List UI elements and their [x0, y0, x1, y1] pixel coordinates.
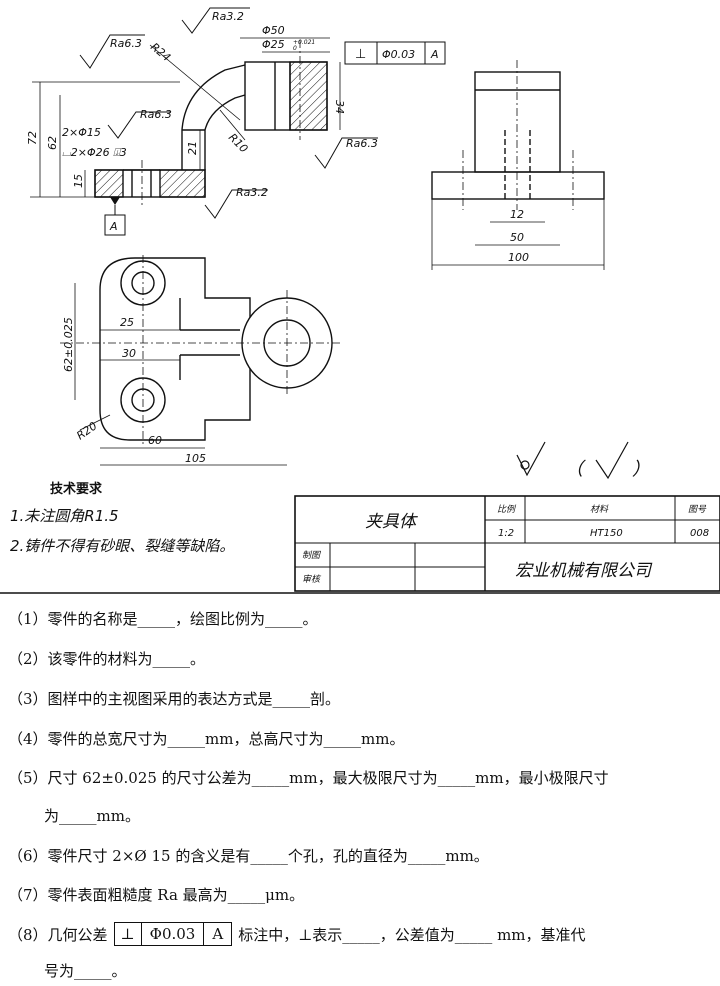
question-6: （6）零件尺寸 2×Ø 15 的含义是有_____个孔，孔的直径为_____mm… [8, 847, 489, 865]
dim-72: 72 [26, 131, 39, 145]
question-5-line1: （5）尺寸 62±0.025 的尺寸公差为_____mm，最大极限尺寸为____… [8, 769, 609, 787]
dim-r10: R10 [226, 131, 250, 155]
roughness-ra32-2: Ra3.2 [236, 186, 268, 199]
question-8-line2: 号为_____。 [44, 962, 127, 980]
dim-15: 15 [72, 174, 85, 188]
drawn-by-label: 制图 [302, 550, 322, 561]
roughness-ra63-2: Ra6.3 [140, 108, 172, 121]
tech-requirement-2: 2.铸件不得有砂眼、裂缝等缺陷。 [10, 537, 235, 555]
dim-100: 100 [508, 251, 529, 264]
question-8-gdt-datum: A [212, 925, 224, 943]
tech-requirements-title: 技术要求 [50, 482, 103, 497]
scale-value: 1:2 [498, 528, 514, 539]
drawing-no-header: 图号 [688, 504, 707, 515]
side-view [431, 60, 605, 210]
question-8-gdt-frame: ⊥ Φ0.03 A [113, 922, 233, 946]
question-8-prefix: （8）几何公差 [8, 925, 108, 944]
question-8-gdt-symbol: ⊥ [115, 923, 142, 945]
dim-phi50: Φ50 [262, 24, 285, 37]
engineering-drawing: Φ50 Φ25 +0.021 0 72 62 34 21 15 R24 R10 … [0, 0, 720, 600]
dim-r20: R20 [74, 419, 99, 442]
question-8-gdt-value: Φ0.03 [142, 923, 205, 945]
dim-25: 25 [120, 316, 134, 329]
roughness-ra63-1: Ra6.3 [110, 37, 142, 50]
checked-by-label: 审核 [302, 574, 322, 585]
datum-marker: A [104, 197, 126, 236]
dim-105: 105 [185, 452, 206, 465]
roughness-ra32-1: Ra3.2 [212, 10, 244, 23]
front-view [94, 40, 328, 205]
dim-12: 12 [510, 208, 524, 221]
dim-60: 60 [148, 434, 162, 447]
question-8-line1: （8）几何公差 ⊥ Φ0.03 A 标注中，⊥表示_____，公差值为_____… [8, 922, 586, 946]
gdt-symbol: ⊥ [355, 47, 366, 62]
dim-34: 34 [333, 100, 346, 114]
dim-30: 30 [122, 347, 136, 360]
question-4: （4）零件的总宽尺寸为_____mm，总高尺寸为_____mm。 [8, 730, 405, 748]
datum-label: A [109, 220, 118, 233]
dim-holes: 2×Φ15 [62, 126, 101, 139]
dim-phi25-tol-low: 0 [293, 45, 297, 52]
top-view [60, 255, 340, 445]
company-name: 宏业机械有限公司 [515, 561, 653, 581]
material-value: HT150 [590, 528, 623, 539]
material-header: 材料 [590, 504, 609, 515]
dim-counterbore: ⌴2×Φ26 ⍗3 [62, 146, 127, 159]
question-8-suffix: 标注中，⊥表示_____，公差值为_____ mm，基准代 [238, 925, 586, 944]
paren-close: ） [632, 459, 650, 480]
dim-21: 21 [186, 141, 199, 155]
part-name: 夹具体 [365, 512, 418, 532]
drawing-no-value: 008 [690, 528, 709, 539]
question-2: （2）该零件的材料为_____。 [8, 650, 206, 668]
dim-50: 50 [510, 231, 524, 244]
question-5-line2: 为_____mm。 [44, 807, 140, 825]
roughness-ra63-3: Ra6.3 [346, 137, 378, 150]
tech-requirement-1: 1.未注圆角R1.5 [10, 507, 119, 525]
question-1: （1）零件的名称是_____，绘图比例为_____。 [8, 610, 318, 628]
scale-header: 比例 [497, 504, 517, 515]
dim-62-tol: 62±0.025 [62, 317, 75, 372]
question-7: （7）零件表面粗糙度 Ra 最高为_____μm。 [8, 886, 305, 904]
gdt-value: Φ0.03 [382, 48, 415, 61]
gdt-datum: A [430, 48, 439, 61]
dim-62: 62 [46, 136, 59, 150]
gdt-frame: ⊥ Φ0.03 A [344, 41, 446, 65]
question-3: （3）图样中的主视图采用的表达方式是_____剖。 [8, 690, 341, 708]
dim-phi25: Φ25 [262, 38, 285, 51]
paren-open: （ [565, 459, 586, 480]
